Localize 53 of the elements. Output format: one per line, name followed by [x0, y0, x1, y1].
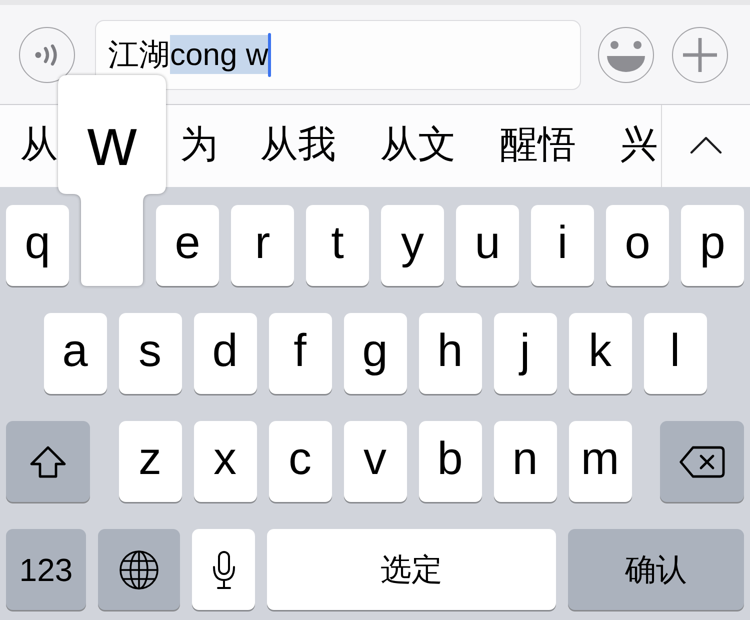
candidate-word[interactable]: 从文 [380, 125, 456, 167]
backspace-icon [679, 446, 725, 478]
letter-key[interactable]: o [606, 205, 669, 286]
text-cursor-icon [268, 32, 272, 76]
letter-key[interactable]: s [118, 313, 182, 394]
globe-key[interactable] [98, 529, 180, 610]
letter-key[interactable]: h [418, 313, 482, 394]
globe-icon [119, 550, 159, 590]
letter-key[interactable]: u [456, 205, 519, 286]
emoji-button[interactable] [598, 26, 654, 82]
letter-key[interactable]: x [194, 421, 256, 502]
chevron-up-icon [690, 136, 722, 154]
candidate-word[interactable]: 从 [20, 125, 58, 167]
add-button[interactable] [672, 26, 728, 82]
letter-key[interactable]: t [306, 205, 369, 286]
plus-icon [683, 38, 717, 72]
letter-key[interactable]: f [268, 313, 332, 394]
key-preview-letter: w [86, 108, 138, 176]
space-key[interactable]: 选定 [267, 529, 556, 610]
microphone-icon [212, 550, 236, 588]
shift-key[interactable] [6, 421, 90, 502]
letter-key[interactable]: v [344, 421, 406, 502]
letter-key[interactable]: p [681, 205, 744, 286]
input-text: 江湖 [108, 36, 170, 74]
letter-key[interactable]: k [568, 313, 632, 394]
composing-text: cong w [170, 35, 268, 74]
letter-key[interactable]: z [118, 421, 182, 502]
shift-arrow-icon [29, 444, 67, 478]
letter-key[interactable]: g [344, 313, 406, 394]
smiley-icon [607, 40, 645, 72]
delete-key[interactable] [660, 421, 744, 502]
candidate-word[interactable]: 从我 [260, 125, 336, 167]
letter-key[interactable]: d [194, 313, 256, 394]
letter-key[interactable]: q [6, 205, 69, 286]
letter-key[interactable]: y [381, 205, 444, 286]
letter-key[interactable]: a [44, 313, 106, 394]
letter-key[interactable]: e [156, 205, 219, 286]
letter-key[interactable]: n [494, 421, 556, 502]
microphone-key[interactable] [192, 529, 255, 610]
letter-key[interactable]: c [268, 421, 332, 502]
message-input-field[interactable]: 江湖cong w [95, 20, 581, 90]
numbers-key[interactable]: 123 [6, 529, 86, 610]
letter-key[interactable]: b [418, 421, 482, 502]
letter-key[interactable]: m [568, 421, 632, 502]
candidate-word[interactable]: 为 [180, 125, 218, 167]
candidate-word[interactable]: 醒悟 [500, 125, 576, 167]
letter-key[interactable]: l [644, 313, 706, 394]
letter-key[interactable]: i [531, 205, 594, 286]
letter-key[interactable]: j [494, 313, 556, 394]
letter-key[interactable]: r [231, 205, 294, 286]
candidate-word[interactable]: 兴 [620, 125, 658, 167]
confirm-key[interactable]: 确认 [568, 529, 744, 610]
sound-wave-icon [34, 44, 60, 66]
